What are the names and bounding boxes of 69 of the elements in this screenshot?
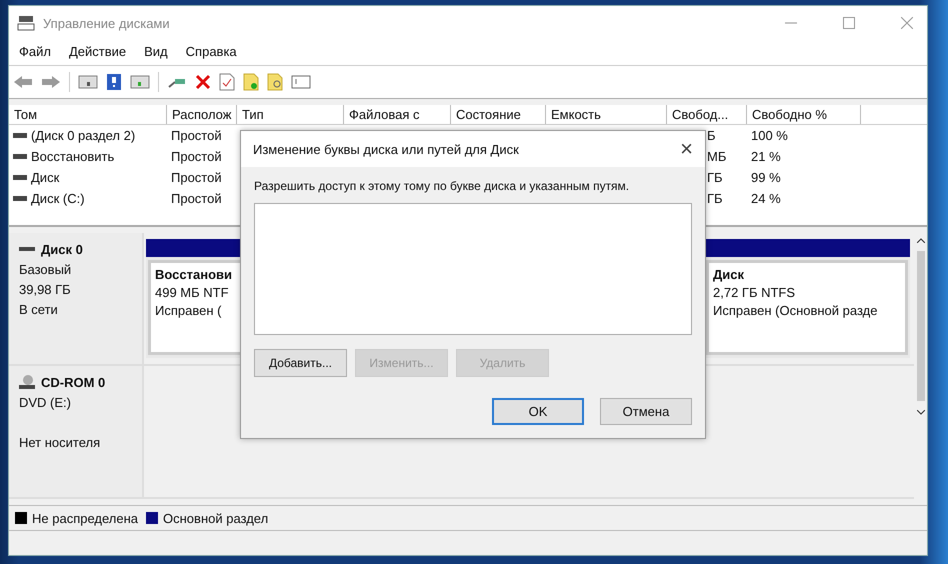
menu-item[interactable]: Файл [19, 44, 51, 59]
table-cell: МБ [707, 149, 726, 164]
cd-drive-icon [19, 374, 35, 390]
delete-icon[interactable] [195, 74, 211, 90]
table-cell: Простой [171, 128, 222, 143]
table-cell: 100 % [751, 128, 788, 143]
table-cell: Диск (C:) [31, 191, 85, 206]
column-header[interactable]: Том [9, 105, 167, 124]
action-button[interactable]: Добавить... [254, 349, 347, 377]
partition-status: Исправен ( [155, 303, 222, 318]
menu-item[interactable]: Действие [68, 44, 126, 59]
partition-name: Восстанови [155, 267, 233, 282]
table-cell: Б [707, 128, 716, 143]
partition-size: 499 МБ NTF [155, 285, 230, 300]
menu-item[interactable]: Вид [144, 44, 168, 59]
column-header[interactable]: Тип [237, 105, 344, 124]
new-document-icon[interactable] [243, 73, 259, 91]
partition-name: Диск [713, 267, 745, 282]
dialog-button[interactable]: OK [492, 398, 584, 425]
table-cell: ГБ [707, 170, 723, 185]
column-header[interactable]: Состояние [451, 105, 546, 124]
table-cell: Простой [171, 170, 222, 185]
volume-icon [13, 174, 27, 180]
disk-type: DVD (E:) [19, 394, 71, 410]
window-icon[interactable] [291, 74, 311, 90]
column-header[interactable]: Располож [167, 105, 237, 124]
forward-icon[interactable] [41, 74, 61, 90]
table-cell: Простой [171, 191, 222, 206]
maximize-icon[interactable] [843, 17, 855, 29]
column-header[interactable]: Файловая с [344, 105, 451, 124]
partition-size: 2,72 ГБ NTFS [713, 285, 796, 300]
table-cell: Восстановить [31, 149, 114, 164]
disk-status: В сети [19, 302, 58, 316]
table-cell: ГБ [707, 191, 723, 206]
dialog-button[interactable]: Отмена [600, 398, 692, 425]
close-button[interactable]: × [680, 138, 693, 160]
volume-icon [13, 132, 27, 138]
disk-type: Базовый [19, 262, 72, 276]
window-title: Управление дисками [43, 16, 170, 30]
disk-management-icon [17, 15, 35, 31]
table-cell: Диск [31, 170, 60, 185]
legend-label: Не распределена [32, 510, 138, 526]
disk-status: Нет носителя [19, 434, 100, 450]
volume-icon [13, 196, 27, 202]
column-header[interactable]: Свободно % [747, 105, 861, 124]
table-cell: 99 % [751, 170, 781, 185]
table-cell: (Диск 0 раздел 2) [31, 128, 136, 143]
help-icon[interactable] [106, 73, 122, 91]
volume-icon [13, 154, 27, 160]
checked-document-icon[interactable] [219, 73, 235, 91]
panel-icon[interactable] [130, 74, 150, 90]
dialog-prompt: Разрешить доступ к этому тому по букве диска и указанным путям. [254, 179, 630, 193]
panel-icon[interactable] [78, 74, 98, 90]
close-icon[interactable] [901, 17, 913, 29]
legend-label: Основной раздел [163, 510, 268, 526]
dialog-title: Изменение буквы диска или путей для Диск [253, 142, 519, 156]
column-header[interactable]: Емкость [546, 105, 667, 124]
disk-name: Диск 0 [41, 242, 83, 256]
back-icon[interactable] [13, 74, 33, 90]
disk-size: 39,98 ГБ [19, 282, 71, 296]
partition-block[interactable]: Диск 2,72 ГБ NTFS Исправен (Основной разде [706, 260, 908, 355]
table-cell: 21 % [751, 149, 781, 164]
partition-status: Исправен (Основной разде [713, 303, 878, 318]
column-header[interactable]: Свобод... [667, 105, 747, 124]
menu-item[interactable]: Справка [186, 44, 237, 59]
document-search-icon[interactable] [267, 73, 283, 91]
table-cell: Простой [171, 149, 222, 164]
table-cell: 24 % [751, 191, 781, 206]
disk-name: CD-ROM 0 [41, 374, 106, 390]
